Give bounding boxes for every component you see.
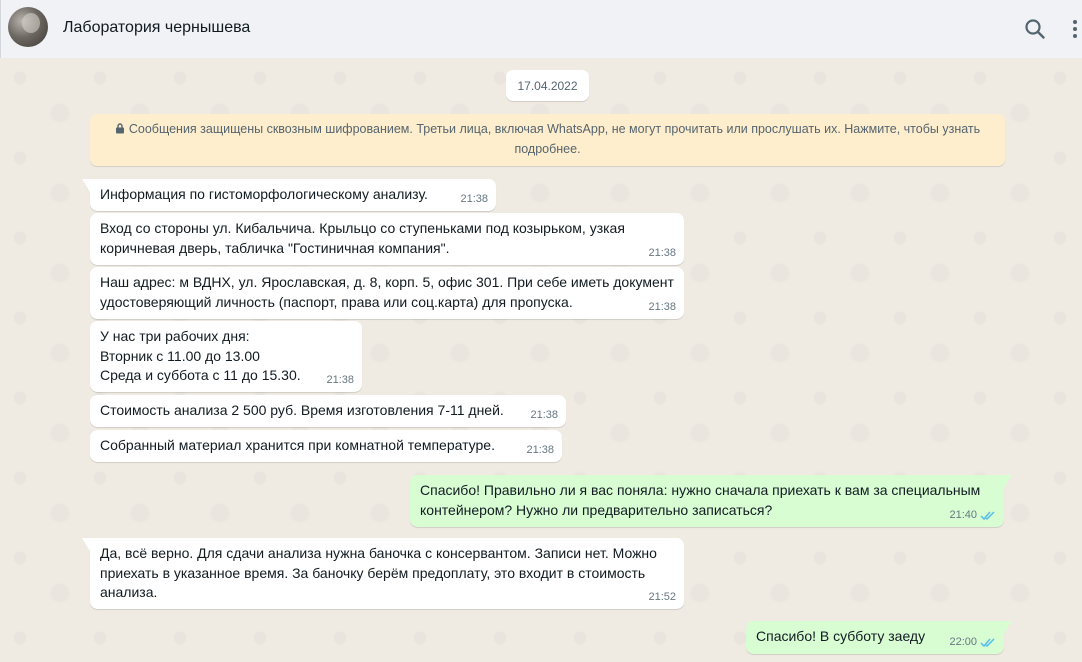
message-bubble[interactable]: Наш адрес: м ВДНХ, ул. Ярославская, д. 8… [90,267,684,319]
message-bubble[interactable]: Спасибо! Правильно ли я вас поняла: нужн… [410,475,1012,527]
chat-header: Лаборатория чернышева [0,0,1082,58]
message-time: 22:00 [949,635,996,650]
lock-icon [115,123,124,134]
menu-icon[interactable] [1063,17,1082,41]
message-bubble[interactable]: Собранный материал хранится при комнатно… [90,430,562,462]
message-time: 21:40 [949,508,996,523]
message-text: Собранный материал хранится при комнатно… [100,437,495,453]
message-bubble[interactable]: Вход со стороны ул. Кибальчича. Крыльцо … [90,213,684,265]
message-time: 21:38 [648,301,676,313]
message-time: 21:38 [530,409,558,421]
message-text: У нас три рабочих дня: Вторник с 11.00 д… [100,328,301,383]
read-ticks-icon [980,638,995,648]
chat-title[interactable]: Лаборатория чернышева [63,19,250,37]
message-text: Спасибо! Правильно ли я вас поняла: нужн… [420,482,981,518]
message-bubble[interactable]: Стоимость анализа 2 500 руб. Время изгот… [90,395,566,427]
message-time: 21:38 [460,193,488,205]
search-icon[interactable] [1023,17,1047,41]
date-chip: 17.04.2022 [506,70,589,101]
message-time: 21:38 [326,374,354,386]
message-time: 21:38 [526,444,554,456]
message-time: 21:38 [648,247,676,259]
message-bubble[interactable]: Информация по гистоморфологическому анал… [82,179,496,211]
message-text: Наш адрес: м ВДНХ, ул. Ярославская, д. 8… [100,274,674,310]
message-bubble[interactable]: Спасибо! В субботу заеду 22:00 [746,621,1012,654]
message-text: Информация по гистоморфологическому анал… [100,186,428,202]
avatar[interactable] [8,7,48,47]
encryption-text: Сообщения защищены сквозным шифрованием.… [128,122,981,156]
message-text: Да, всё верно. Для сдачи анализа нужна б… [100,545,657,600]
encryption-notice[interactable]: Сообщения защищены сквозным шифрованием.… [90,114,1005,166]
message-time: 21:52 [648,591,676,603]
read-ticks-icon [980,511,995,521]
message-text: Стоимость анализа 2 500 руб. Время изгот… [100,402,504,418]
message-bubble[interactable]: Да, всё верно. Для сдачи анализа нужна б… [82,538,684,609]
message-bubble[interactable]: У нас три рабочих дня: Вторник с 11.00 д… [90,321,362,392]
message-text: Вход со стороны ул. Кибальчича. Крыльцо … [100,220,625,256]
